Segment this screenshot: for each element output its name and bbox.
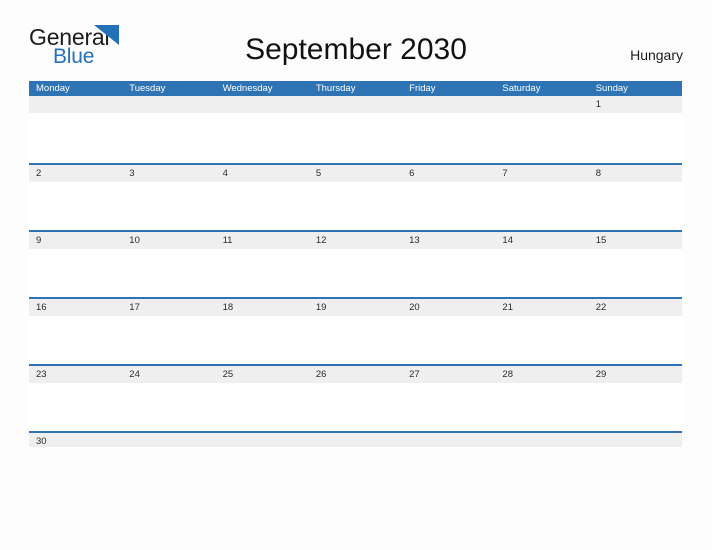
calendar-day-empty xyxy=(122,433,215,447)
page-header: General Blue September 2030 Hungary xyxy=(0,0,712,81)
weekday-header-wednesday: Wednesday xyxy=(222,83,273,94)
calendar-day-8[interactable]: 8 xyxy=(589,165,682,182)
calendar-day-23[interactable]: 23 xyxy=(29,366,122,383)
calendar-day-27[interactable]: 27 xyxy=(402,366,495,383)
calendar-week-row: 30 xyxy=(29,431,682,447)
calendar-day-14[interactable]: 14 xyxy=(495,232,588,249)
calendar-day-19[interactable]: 19 xyxy=(309,299,402,316)
calendar-day-empty xyxy=(589,433,682,447)
calendar-day-25[interactable]: 25 xyxy=(216,366,309,383)
calendar-day-16[interactable]: 16 xyxy=(29,299,122,316)
calendar-week-row: 23 24 25 26 27 28 29 xyxy=(29,364,682,431)
calendar-day-20[interactable]: 20 xyxy=(402,299,495,316)
calendar-day-empty xyxy=(309,433,402,447)
calendar-day-5[interactable]: 5 xyxy=(309,165,402,182)
calendar-day-30[interactable]: 30 xyxy=(29,433,122,447)
calendar-day-empty xyxy=(402,96,495,113)
calendar-day-empty xyxy=(402,433,495,447)
calendar-day-7[interactable]: 7 xyxy=(495,165,588,182)
calendar-week-row: 16 17 18 19 20 21 22 xyxy=(29,297,682,364)
calendar-day-empty xyxy=(122,96,215,113)
calendar-day-empty xyxy=(216,433,309,447)
weekday-header-monday: Monday xyxy=(36,83,70,94)
calendar-day-6[interactable]: 6 xyxy=(402,165,495,182)
calendar-day-13[interactable]: 13 xyxy=(402,232,495,249)
calendar-weeks: 1 2 3 4 5 6 7 8 9 10 11 12 13 14 15 16 17 18 19 20 21 22 23 24 2… xyxy=(29,96,682,447)
calendar-day-9[interactable]: 9 xyxy=(29,232,122,249)
calendar-day-4[interactable]: 4 xyxy=(216,165,309,182)
calendar-week-row: 2345678 xyxy=(29,163,682,230)
weekday-header-thursday: Thursday xyxy=(315,83,356,94)
calendar-day-29[interactable]: 29 xyxy=(589,366,682,383)
calendar-day-18[interactable]: 18 xyxy=(216,299,309,316)
calendar-day-28[interactable]: 28 xyxy=(495,366,588,383)
calendar-day-21[interactable]: 21 xyxy=(495,299,588,316)
calendar-day-11[interactable]: 11 xyxy=(216,232,309,249)
calendar-day-empty xyxy=(29,96,122,113)
calendar-day-22[interactable]: 22 xyxy=(589,299,682,316)
calendar-day-2[interactable]: 2 xyxy=(29,165,122,182)
calendar-day-12[interactable]: 12 xyxy=(309,232,402,249)
weekday-header-sunday: Sunday xyxy=(595,83,628,94)
calendar-day-24[interactable]: 24 xyxy=(122,366,215,383)
calendar-day-empty xyxy=(216,96,309,113)
calendar-week-row: 1 xyxy=(29,96,682,163)
weekday-header-row: Monday Tuesday Wednesday Thursday Friday Satu… xyxy=(29,81,682,96)
calendar-day-10[interactable]: 10 xyxy=(122,232,215,249)
calendar-day-26[interactable]: 26 xyxy=(309,366,402,383)
weekday-header-tuesday: Tuesday xyxy=(129,83,166,94)
calendar-day-17[interactable]: 17 xyxy=(122,299,215,316)
weekday-header-saturday: Saturday xyxy=(502,83,541,94)
calendar-week-row: 9 10 11 12 13 14 15 xyxy=(29,230,682,297)
page-title: September 2030 xyxy=(245,33,467,66)
calendar-grid: Monday Tuesday Wednesday Thursday Friday Satu… xyxy=(29,81,682,447)
calendar-day-3[interactable]: 3 xyxy=(122,165,215,182)
calendar-day-empty xyxy=(495,433,588,447)
country-label: Hungary xyxy=(630,47,683,63)
weekday-header-friday: Friday xyxy=(409,83,436,94)
calendar-day-15[interactable]: 15 xyxy=(589,232,682,249)
calendar-day-empty xyxy=(495,96,588,113)
calendar-day-empty xyxy=(309,96,402,113)
calendar-day-1[interactable]: 1 xyxy=(589,96,682,113)
